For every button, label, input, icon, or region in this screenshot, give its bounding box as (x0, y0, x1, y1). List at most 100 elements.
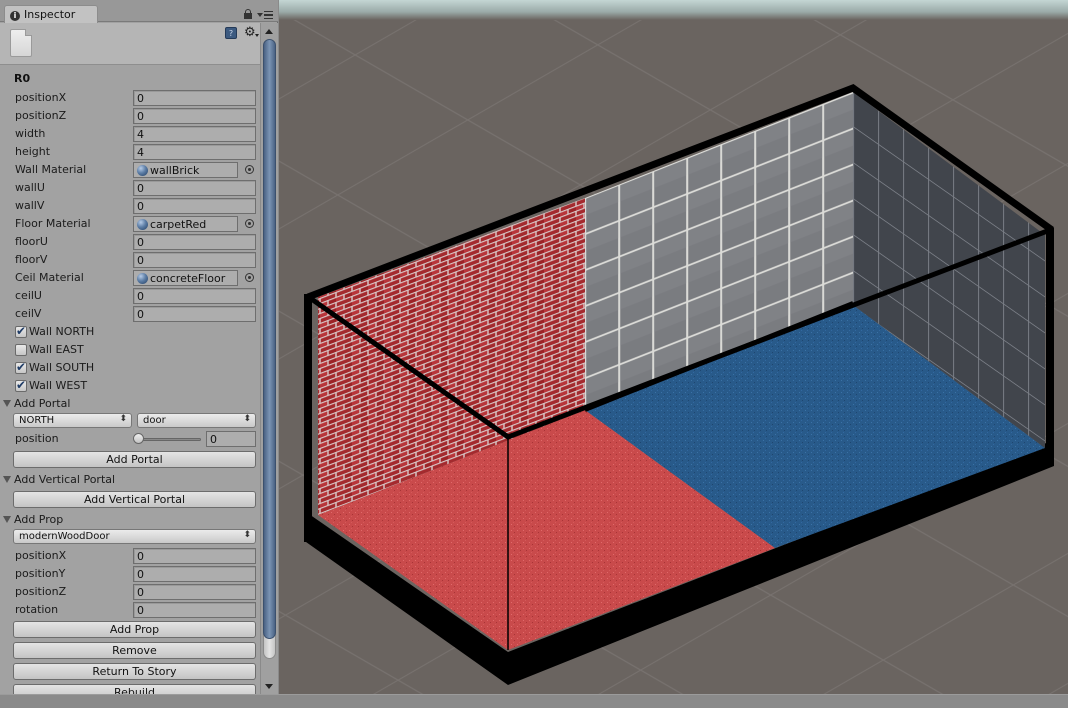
help-book-icon[interactable]: ? (225, 27, 237, 39)
prop-dropdown[interactable]: modernWoodDoor ⬍ (13, 529, 256, 544)
material-sphere-icon (137, 273, 148, 284)
field-row-wallU: wallU 0 (0, 179, 260, 197)
wallV-input[interactable]: 0 (133, 198, 256, 214)
tab-inspector[interactable]: i Inspector (4, 5, 98, 23)
add-vertical-portal-button[interactable]: Add Vertical Portal (13, 491, 256, 508)
foldout-label: Add Vertical Portal (14, 473, 116, 486)
rebuild-button[interactable]: Rebuild (13, 684, 256, 694)
direction-dropdown[interactable]: NORTH ⬍ (13, 413, 132, 428)
prop-field-rotation: rotation 0 (0, 601, 260, 619)
add-vertical-portal-row: Add Vertical Portal (0, 490, 260, 508)
floorV-input[interactable]: 0 (133, 252, 256, 268)
wall-east-toggle[interactable]: Wall EAST (0, 341, 260, 359)
field-label: positionY (15, 567, 66, 580)
return-row: Return To Story (0, 662, 260, 680)
add-vertical-portal-foldout[interactable]: Add Vertical Portal (0, 471, 260, 489)
positionZ-input[interactable]: 0 (133, 108, 256, 124)
wall-north-checkbox[interactable] (15, 324, 27, 338)
prop-rotation-input[interactable]: 0 (133, 602, 256, 618)
foldout-header[interactable]: Add Portal (3, 397, 70, 410)
field-row-positionX: positionX 0 (0, 89, 260, 107)
field-label: ceilV (15, 307, 42, 320)
field-label: width (15, 127, 46, 140)
floorU-input[interactable]: 0 (133, 234, 256, 250)
ceilV-input[interactable]: 0 (133, 306, 256, 322)
panel-menu-icon[interactable] (257, 11, 275, 19)
scene-view[interactable] (279, 0, 1068, 694)
wall-west-checkbox[interactable] (15, 378, 27, 392)
scene-sky (279, 0, 1068, 20)
prop-field-positionZ: positionZ 0 (0, 583, 260, 601)
field-label: height (15, 145, 51, 158)
prop-positionY-input[interactable]: 0 (133, 566, 256, 582)
prop-positionX-input[interactable]: 0 (133, 548, 256, 564)
object-title: R0 (14, 72, 31, 85)
add-prop-button[interactable]: Add Prop (13, 621, 256, 638)
inspector-scrollbar[interactable] (260, 23, 278, 694)
scrollbar-thumb[interactable] (263, 39, 276, 639)
add-prop-foldout[interactable]: Add Prop (0, 511, 260, 529)
field-label: Floor Material (15, 217, 91, 230)
checkbox-label: Wall EAST (29, 343, 84, 356)
field-row-floor-material: Floor Material carpetRed (0, 215, 260, 233)
remove-button[interactable]: Remove (13, 642, 256, 659)
tab-bar: i Inspector (0, 0, 278, 23)
scroll-up-arrow-icon[interactable] (265, 29, 273, 34)
floor-material-field[interactable]: carpetRed (133, 216, 238, 232)
height-input[interactable]: 4 (133, 144, 256, 160)
ceil-material-field[interactable]: concreteFloor (133, 270, 238, 286)
field-label: positionX (15, 549, 67, 562)
object-picker-icon[interactable] (245, 273, 254, 282)
object-picker-icon[interactable] (245, 219, 254, 228)
width-input[interactable]: 4 (133, 126, 256, 142)
field-row-ceilU: ceilU 0 (0, 287, 260, 305)
wall-material-field[interactable]: wallBrick (133, 162, 238, 178)
return-to-story-button[interactable]: Return To Story (13, 663, 256, 680)
scene-canvas[interactable] (279, 0, 1068, 694)
updown-arrows-icon: ⬍ (243, 414, 251, 424)
foldout-label: Add Prop (14, 513, 64, 526)
field-row-height: height 4 (0, 143, 260, 161)
wall-west-toggle[interactable]: Wall WEST (0, 377, 260, 395)
scroll-down-arrow-icon[interactable] (265, 684, 273, 689)
field-label: wallU (15, 181, 45, 194)
wall-south-toggle[interactable]: Wall SOUTH (0, 359, 260, 377)
field-row-width: width 4 (0, 125, 260, 143)
prop-field-positionX: positionX 0 (0, 547, 260, 565)
field-row-wallV: wallV 0 (0, 197, 260, 215)
position-input[interactable]: 0 (206, 431, 256, 447)
material-name: concreteFloor (150, 272, 226, 285)
prop-field-positionY: positionY 0 (0, 565, 260, 583)
positionX-input[interactable]: 0 (133, 90, 256, 106)
prop-positionZ-input[interactable]: 0 (133, 584, 256, 600)
lock-icon[interactable] (244, 9, 252, 19)
field-row-positionZ: positionZ 0 (0, 107, 260, 125)
add-portal-row: Add Portal (0, 450, 260, 468)
wall-south-checkbox[interactable] (15, 360, 27, 374)
add-portal-foldout[interactable]: Add Portal (0, 395, 260, 413)
foldout-header[interactable]: Add Prop (3, 513, 63, 526)
dropdown-value: modernWoodDoor (19, 531, 110, 542)
field-label: positionZ (15, 109, 67, 122)
field-row-floorU: floorU 0 (0, 233, 260, 251)
dropdown-value: NORTH (19, 415, 55, 426)
checkbox-label: Wall WEST (29, 379, 88, 392)
foldout-header[interactable]: Add Vertical Portal (3, 473, 115, 486)
position-slider-track[interactable] (137, 438, 201, 441)
tab-label: Inspector (24, 8, 76, 21)
field-row-floorV: floorV 0 (0, 251, 260, 269)
wallU-input[interactable]: 0 (133, 180, 256, 196)
field-label: wallV (15, 199, 45, 212)
portal-selects-row: NORTH ⬍ door ⬍ (0, 412, 260, 430)
unity-editor: i Inspector ? ⚙ R0 positionX 0 positionZ … (0, 0, 1068, 708)
gear-icon[interactable]: ⚙ (244, 26, 259, 39)
material-sphere-icon (137, 219, 148, 230)
object-picker-icon[interactable] (245, 165, 254, 174)
ceilU-input[interactable]: 0 (133, 288, 256, 304)
portal-type-dropdown[interactable]: door ⬍ (137, 413, 256, 428)
field-label: Wall Material (15, 163, 87, 176)
wall-east-checkbox[interactable] (15, 344, 27, 356)
wall-north-toggle[interactable]: Wall NORTH (0, 323, 260, 341)
add-portal-button[interactable]: Add Portal (13, 451, 256, 468)
position-slider-thumb[interactable] (133, 433, 144, 444)
